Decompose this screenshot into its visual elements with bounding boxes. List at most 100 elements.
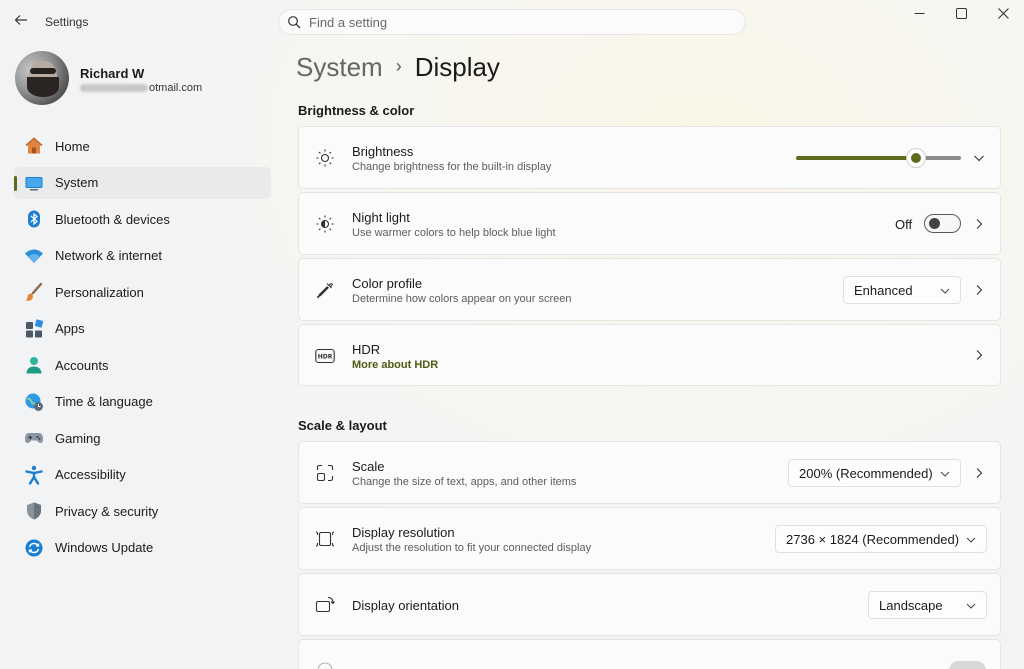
- night-light-state: Off: [895, 217, 913, 232]
- display-orientation-card[interactable]: Display orientation Landscape: [298, 573, 1001, 636]
- chevron-down-icon: [966, 603, 976, 609]
- gamepad-icon: [24, 428, 44, 448]
- display-resolution-value: 2736 × 1824 (Recommended): [786, 531, 960, 547]
- brush-icon: [24, 282, 44, 302]
- active-indicator: [14, 175, 17, 191]
- sidebar-item-gaming[interactable]: Gaming: [14, 422, 271, 454]
- scale-title: Scale: [352, 459, 385, 474]
- section-title-brightness-color: Brightness & color: [298, 103, 415, 118]
- chevron-right-icon[interactable]: [971, 282, 987, 298]
- avatar: [15, 51, 69, 105]
- title-bar: Settings: [0, 0, 1024, 44]
- slider-thumb[interactable]: [906, 148, 927, 168]
- chevron-right-icon[interactable]: [971, 216, 987, 232]
- night-light-card[interactable]: Night light Use warmer colors to help bl…: [298, 192, 1001, 255]
- profile-email: otmail.com: [80, 82, 202, 94]
- search-box[interactable]: [278, 9, 746, 35]
- eyedropper-icon: [315, 280, 335, 300]
- sidebar-item-windows-update[interactable]: Windows Update: [14, 532, 271, 564]
- brightness-subtitle: Change brightness for the built-in displ…: [352, 161, 552, 173]
- app-title: Settings: [45, 15, 89, 29]
- back-button[interactable]: [10, 12, 32, 32]
- sidebar-item-time-language[interactable]: Time & language: [14, 386, 271, 418]
- sidebar-item-label: System: [55, 175, 99, 190]
- resolution-icon: [315, 529, 335, 549]
- breadcrumb-parent[interactable]: System: [296, 52, 383, 82]
- home-icon: [24, 136, 44, 156]
- next-setting-card[interactable]: [298, 639, 1001, 669]
- brightness-title: Brightness: [352, 144, 414, 159]
- breadcrumb: System › Display: [296, 52, 500, 83]
- close-button[interactable]: [988, 4, 1018, 26]
- section-title-scale-layout: Scale & layout: [298, 418, 387, 433]
- chevron-down-icon: [940, 471, 950, 477]
- sidebar-item-accessibility[interactable]: Accessibility: [14, 459, 271, 491]
- profile-email-domain: otmail.com: [149, 82, 203, 94]
- globe-clock-icon: [24, 392, 44, 412]
- display-orientation-dropdown[interactable]: Landscape: [868, 591, 987, 619]
- color-profile-title: Color profile: [352, 276, 423, 291]
- night-light-title: Night light: [352, 210, 410, 225]
- bluetooth-icon: [24, 209, 44, 229]
- sidebar-item-accounts[interactable]: Accounts: [14, 349, 271, 381]
- minimize-icon: [914, 6, 925, 24]
- search-input[interactable]: [309, 14, 709, 30]
- page-title: Display: [414, 52, 500, 82]
- sidebar-item-label: Apps: [55, 321, 85, 336]
- redacted-email-part: [80, 84, 148, 93]
- hdr-link[interactable]: More about HDR: [352, 359, 438, 371]
- display-resolution-card[interactable]: Display resolution Adjust the resolution…: [298, 507, 1001, 570]
- night-light-subtitle: Use warmer colors to help block blue lig…: [352, 227, 556, 239]
- brightness-card[interactable]: Brightness Change brightness for the bui…: [298, 126, 1001, 189]
- scale-dropdown[interactable]: 200% (Recommended): [788, 459, 961, 487]
- scale-subtitle: Change the size of text, apps, and other…: [352, 476, 577, 488]
- sidebar-item-bluetooth[interactable]: Bluetooth & devices: [14, 203, 271, 235]
- sidebar-item-network[interactable]: Network & internet: [14, 240, 271, 272]
- sidebar-item-home[interactable]: Home: [14, 130, 271, 162]
- search-icon: [279, 15, 309, 29]
- close-icon: [997, 6, 1009, 24]
- display-resolution-subtitle: Adjust the resolution to fit your connec…: [352, 542, 592, 554]
- night-light-toggle[interactable]: [924, 214, 961, 233]
- sidebar-item-label: Personalization: [55, 284, 144, 300]
- sidebar-item-apps[interactable]: Apps: [14, 313, 271, 345]
- display-orientation-value: Landscape: [879, 597, 943, 613]
- hdr-icon: HDR: [315, 346, 335, 366]
- display-resolution-title: Display resolution: [352, 525, 455, 540]
- display-orientation-title: Display orientation: [352, 598, 459, 613]
- sidebar-nav: Home System Bluetooth & devices Network …: [14, 130, 271, 568]
- minimize-button[interactable]: [904, 4, 934, 26]
- color-profile-subtitle: Determine how colors appear on your scre…: [352, 293, 572, 305]
- sidebar-item-label: Time & language: [55, 394, 153, 409]
- apps-icon: [24, 318, 44, 339]
- color-profile-dropdown[interactable]: Enhanced: [843, 276, 961, 304]
- scale-card[interactable]: Scale Change the size of text, apps, and…: [298, 441, 1001, 504]
- sidebar-item-label: Accessibility: [55, 467, 126, 482]
- hdr-title: HDR: [352, 342, 381, 357]
- slider-track-fill: [796, 156, 911, 160]
- sidebar-item-label: Bluetooth & devices: [55, 211, 170, 227]
- sidebar-item-label: Home: [55, 138, 90, 154]
- color-profile-card[interactable]: Color profile Determine how colors appea…: [298, 258, 1001, 321]
- settings-window: Settings Richard W otmail.com: [0, 0, 1024, 669]
- sidebar-item-personalization[interactable]: Personalization: [14, 276, 271, 308]
- sidebar-item-label: Accounts: [55, 357, 109, 373]
- breadcrumb-separator-icon: ›: [395, 56, 402, 76]
- partial-toggle[interactable]: [949, 661, 986, 669]
- night-light-icon: [315, 214, 335, 234]
- sidebar-item-privacy-security[interactable]: Privacy & security: [14, 495, 271, 527]
- shield-icon: [24, 501, 44, 521]
- wifi-icon: [24, 246, 44, 266]
- scale-icon: [315, 463, 335, 483]
- sidebar-item-system[interactable]: System: [14, 166, 271, 199]
- chevron-right-icon[interactable]: [971, 347, 987, 363]
- maximize-button[interactable]: [946, 4, 976, 26]
- chevron-down-icon: [966, 537, 976, 543]
- display-resolution-dropdown[interactable]: 2736 × 1824 (Recommended): [775, 525, 987, 553]
- chevron-down-icon[interactable]: [971, 150, 987, 166]
- arrow-left-icon: [14, 13, 28, 31]
- sidebar-item-label: Privacy & security: [55, 503, 159, 519]
- chevron-right-icon[interactable]: [971, 465, 987, 481]
- sidebar-item-label: Windows Update: [55, 540, 154, 555]
- hdr-card[interactable]: HDR HDR More about HDR: [298, 324, 1001, 386]
